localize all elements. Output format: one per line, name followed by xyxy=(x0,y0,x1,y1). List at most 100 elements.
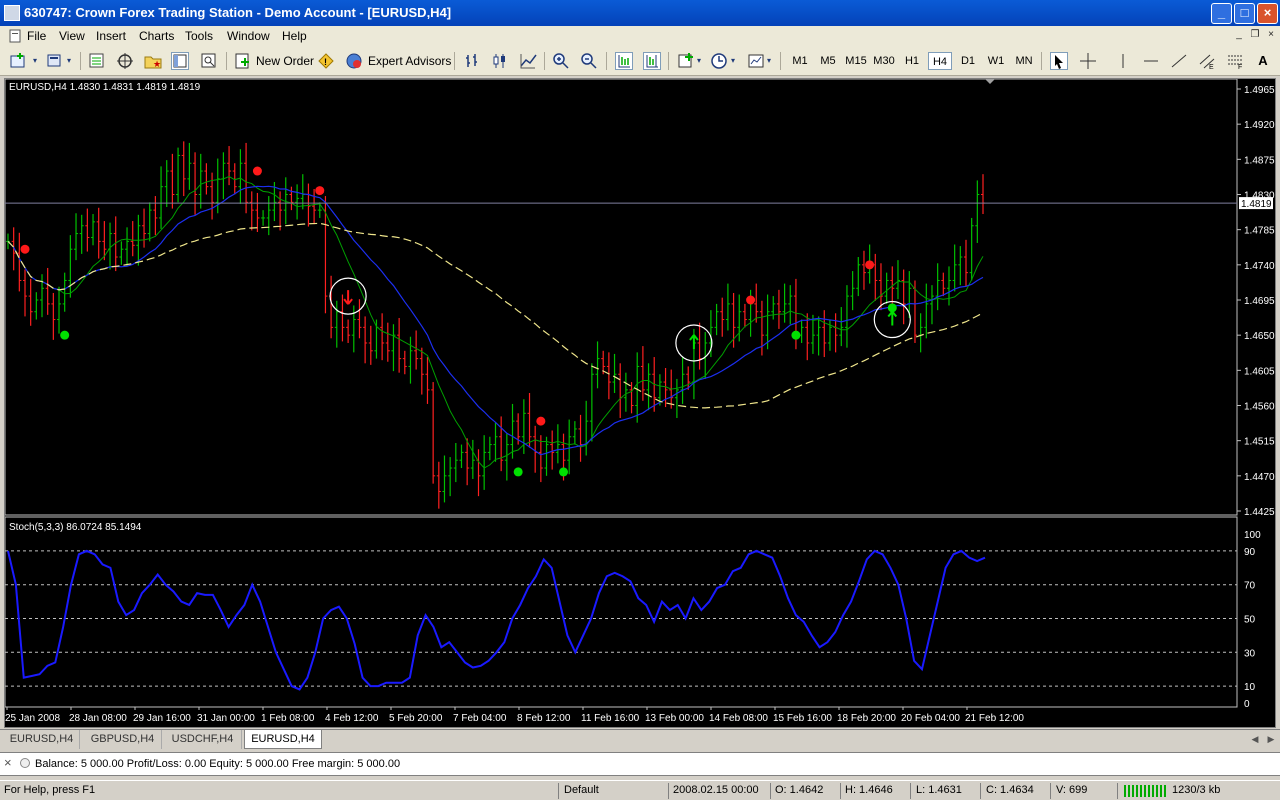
chart-window[interactable]: 1.4965 1.4920 1.4875 1.4830 1.4785 1.4740 1.46… xyxy=(4,78,1276,728)
market-watch-icon[interactable] xyxy=(88,52,106,70)
bar-chart-icon[interactable] xyxy=(463,52,481,70)
stochastic-pane: 1009070503010025 Jan 2008 28 Jan 08:00 29 … xyxy=(4,516,1261,724)
toolbar: ▾ ▾ ★ New Order ! Expert Advisors ▾ ▾ ▾ … xyxy=(0,46,1280,76)
date-label: 25 Jan 2008 xyxy=(5,713,60,724)
date-label: 20 Feb 04:00 xyxy=(901,713,960,724)
chart-canvas[interactable]: 1.49651.49201.48751.48301.47851.47401.46… xyxy=(4,78,1275,727)
menu-view[interactable]: View xyxy=(59,29,85,43)
timeframe-h1[interactable]: H1 xyxy=(900,52,924,70)
zoom-out-icon[interactable] xyxy=(580,52,598,70)
menu-tools[interactable]: Tools xyxy=(185,29,213,43)
tab-usdchf-h4[interactable]: USDCHF,H4 xyxy=(164,730,242,749)
expert-advisors-icon[interactable] xyxy=(345,52,363,70)
fibonacci-icon[interactable]: F xyxy=(1226,52,1244,71)
stoch-level-label: 10 xyxy=(1244,682,1256,693)
vertical-line-icon[interactable] xyxy=(1114,52,1132,70)
sell-signal-dot xyxy=(20,244,30,254)
menu-bar: File View Insert Charts Tools Window Hel… xyxy=(0,26,1280,46)
metaeditor-icon[interactable]: ! xyxy=(317,52,335,70)
terminal-icon[interactable] xyxy=(171,52,189,70)
buy-signal-dot xyxy=(559,467,569,477)
menu-file[interactable]: File xyxy=(27,29,46,43)
tab-eurusd-h4[interactable]: EURUSD,H4 xyxy=(4,730,80,749)
help-text: For Help, press F1 xyxy=(4,784,96,796)
price-label: 1.4605 xyxy=(1244,366,1275,377)
sell-signal-dot xyxy=(536,416,546,426)
chevron-down-icon[interactable]: ▾ xyxy=(728,52,738,70)
price-label: 1.4965 xyxy=(1244,85,1275,96)
timeframe-mn[interactable]: MN xyxy=(1012,52,1036,70)
price-label: 1.4695 xyxy=(1244,296,1275,307)
tab-eurusd-h4-active[interactable]: EURUSD,H4 xyxy=(244,730,322,749)
date-label: 31 Jan 00:00 xyxy=(197,713,255,724)
profiles-icon[interactable] xyxy=(46,52,64,70)
navigator-icon[interactable] xyxy=(116,52,134,70)
buy-signal-dot xyxy=(791,330,801,340)
timeframe-m30[interactable]: M30 xyxy=(872,52,896,70)
document-icon[interactable] xyxy=(8,29,26,43)
sell-signal-dot xyxy=(252,166,262,176)
timeframe-m5[interactable]: M5 xyxy=(816,52,840,70)
auto-scroll-icon[interactable] xyxy=(615,52,633,70)
date-label: 7 Feb 04:00 xyxy=(453,713,507,724)
menu-charts[interactable]: Charts xyxy=(139,29,174,43)
menu-window[interactable]: Window xyxy=(227,29,270,43)
new-order-button[interactable]: New Order xyxy=(256,51,314,71)
app-icon xyxy=(4,5,20,21)
timeframe-d1[interactable]: D1 xyxy=(956,52,980,70)
cursor-icon[interactable] xyxy=(1050,52,1068,70)
svg-text:★: ★ xyxy=(153,59,161,69)
maximize-button[interactable]: □ xyxy=(1234,3,1255,24)
status-bar: For Help, press F1 Default 2008.02.15 00… xyxy=(0,780,1280,800)
timeframe-m15[interactable]: M15 xyxy=(844,52,868,70)
chevron-down-icon[interactable]: ▾ xyxy=(30,52,40,70)
price-label: 1.4470 xyxy=(1244,472,1275,483)
stochastic-pane-frame xyxy=(4,516,1238,708)
timeframe-m1[interactable]: M1 xyxy=(788,52,812,70)
chart-shift-icon[interactable] xyxy=(643,52,661,70)
text-tool-icon[interactable]: A xyxy=(1254,52,1272,70)
menu-insert[interactable]: Insert xyxy=(96,29,126,43)
price-label: 1.4515 xyxy=(1244,437,1275,448)
close-icon[interactable]: × xyxy=(4,755,12,770)
mdi-restore-icon[interactable]: ❐ xyxy=(1248,29,1262,42)
tab-gbpusd-h4[interactable]: GBPUSD,H4 xyxy=(84,730,162,749)
horizontal-line-icon[interactable] xyxy=(1142,52,1160,70)
menu-help[interactable]: Help xyxy=(282,29,307,43)
date-label: 13 Feb 00:00 xyxy=(645,713,704,724)
line-chart-icon[interactable] xyxy=(519,52,537,70)
templates-icon[interactable] xyxy=(747,52,765,70)
expert-advisors-button[interactable]: Expert Advisors xyxy=(368,51,451,71)
mdi-close-icon[interactable]: × xyxy=(1264,29,1278,42)
window-title: 630747: Crown Forex Trading Station - De… xyxy=(24,5,452,20)
terminal-panel: × Balance: 5 000.00 Profit/Loss: 0.00 Eq… xyxy=(0,752,1280,776)
candlestick-icon[interactable] xyxy=(491,52,509,70)
new-chart-icon[interactable] xyxy=(10,52,28,70)
account-summary: Balance: 5 000.00 Profit/Loss: 0.00 Equi… xyxy=(35,758,401,770)
mdi-minimize-icon[interactable]: _ xyxy=(1232,29,1246,42)
equidistant-channel-icon[interactable]: E xyxy=(1198,52,1216,71)
chart-tabs: EURUSD,H4 GBPUSD,H4 USDCHF,H4 EURUSD,H4 … xyxy=(0,729,1280,749)
chart-header: EURUSD,H4 1.4830 1.4831 1.4819 1.4819 xyxy=(9,82,201,93)
minimize-button[interactable]: _ xyxy=(1211,3,1232,24)
indicators-icon[interactable] xyxy=(677,52,695,70)
stochastic-header: Stoch(5,3,3) 86.0724 85.1494 xyxy=(9,522,142,533)
chevron-down-icon[interactable]: ▾ xyxy=(64,52,74,70)
sell-signal-dot xyxy=(865,260,875,270)
tester-icon[interactable] xyxy=(200,52,218,70)
trendline-icon[interactable] xyxy=(1170,52,1188,70)
status-volume: V: 699 xyxy=(1056,784,1088,796)
crosshair-icon[interactable] xyxy=(1079,52,1097,70)
zoom-in-icon[interactable] xyxy=(552,52,570,70)
chevron-down-icon[interactable]: ▾ xyxy=(764,52,774,70)
sell-signal-dot xyxy=(746,295,756,305)
chevron-down-icon[interactable]: ▾ xyxy=(694,52,704,70)
timeframe-h4[interactable]: H4 xyxy=(928,52,952,70)
new-order-icon[interactable] xyxy=(234,52,252,70)
price-pane: 1.49651.49201.48751.48301.47851.47401.46… xyxy=(4,78,1275,518)
close-button[interactable]: × xyxy=(1257,3,1278,24)
periods-clock-icon[interactable] xyxy=(710,52,728,70)
folder-star-icon[interactable]: ★ xyxy=(144,52,162,70)
timeframe-w1[interactable]: W1 xyxy=(984,52,1008,70)
tab-scroll-right-icon[interactable]: ▶ xyxy=(1262,730,1280,748)
